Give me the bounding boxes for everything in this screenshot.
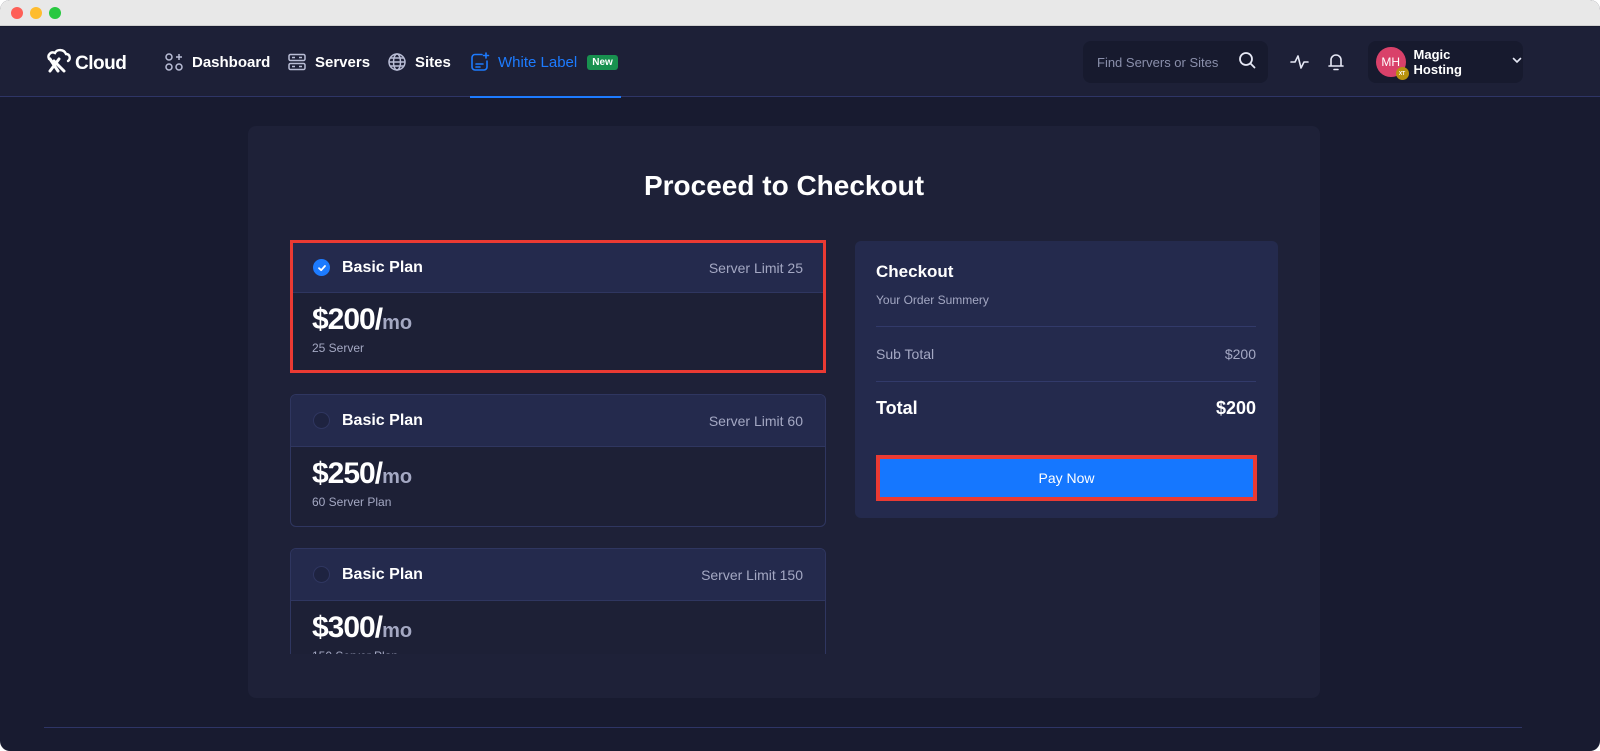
plan-header: Basic Plan Server Limit 150 [291,549,825,601]
globe-icon [387,52,407,72]
maximize-window-button[interactable] [49,6,61,19]
avatar-initials: MH [1381,55,1401,69]
minimize-window-button[interactable] [30,6,42,19]
plan-price: $200/mo [312,303,413,336]
white-label-icon [470,52,490,72]
total-value: $200 [1215,397,1256,418]
total-row: Total $200 [876,382,1256,434]
subtotal-label: Sub Total [876,346,935,362]
pay-now-button[interactable]: Pay Now [876,455,1257,501]
search-box[interactable] [1083,41,1268,83]
plan-radio[interactable] [313,412,330,429]
plan-header: Basic Plan Server Limit 25 [293,243,823,293]
nav-servers-label: Servers [315,53,371,71]
plan-name: Basic Plan [342,411,423,429]
bell-icon[interactable] [1325,51,1347,73]
subtotal-row: Sub Total $200 [876,327,1256,381]
total-label: Total [876,397,918,418]
nav-white-label[interactable]: White Label New [470,27,621,98]
plan-list: Basic Plan Server Limit 25 $200/mo 25 Se… [290,240,828,654]
close-window-button[interactable] [11,6,23,19]
nav-dashboard-label: Dashboard [192,53,271,71]
page-title: Proceed to Checkout [643,170,925,201]
chevron-down-icon [1511,53,1523,71]
footer-divider [44,727,1522,728]
plan-limit: Server Limit 25 [708,259,803,276]
plan-name: Basic Plan [342,258,423,276]
nav-dashboard[interactable]: Dashboard [164,27,270,97]
subtotal-value: $200 [1224,346,1256,362]
plan-limit: Server Limit 150 [701,566,803,583]
nav-servers[interactable]: Servers [287,27,370,97]
browser-window: Cloud Dashboard Servers Sites White Labe… [0,0,1600,751]
user-name: Magic Hosting [1413,47,1462,77]
top-navbar: Cloud Dashboard Servers Sites White Labe… [0,27,1600,98]
nav-sites[interactable]: Sites [387,27,451,97]
plan-radio[interactable] [313,566,330,583]
checkout-subtitle: Your Order Summery [876,293,989,307]
avatar-sub-badge: XT [1395,67,1409,80]
server-icon [287,52,307,72]
checkout-panel: Proceed to Checkout Basic Plan Server Li… [248,126,1320,698]
activity-icon[interactable] [1289,51,1311,73]
plan-description: 25 Server [312,341,365,355]
plan-card-60[interactable]: Basic Plan Server Limit 60 $250/mo 60 Se… [290,394,826,527]
nav-sites-label: Sites [415,53,451,71]
search-input[interactable] [1097,54,1227,70]
search-icon[interactable] [1238,51,1256,74]
plan-header: Basic Plan Server Limit 60 [291,395,825,447]
user-menu[interactable]: MH XT Magic Hosting [1368,41,1523,83]
plan-limit: Server Limit 60 [708,412,803,429]
plan-price: $250/mo [312,457,413,490]
avatar: MH XT [1376,47,1409,80]
nav-white-label-label: White Label [498,53,578,71]
checkout-title: Checkout [876,262,954,281]
logo-text: Cloud [75,52,127,74]
xcloud-logo-icon [44,47,72,80]
plan-card-25[interactable]: Basic Plan Server Limit 25 $200/mo 25 Se… [290,240,826,373]
check-icon [317,264,326,271]
plan-card-150[interactable]: Basic Plan Server Limit 150 $300/mo 150 … [290,548,826,654]
new-badge: New [587,54,618,70]
order-summary-card: Checkout Your Order Summery Sub Total $2… [855,241,1278,518]
dashboard-grid-icon [164,52,184,72]
plan-price: $300/mo [312,611,413,644]
plan-radio-checked[interactable] [313,259,330,276]
plan-name: Basic Plan [342,565,423,583]
plan-description: 150 Server Plan [312,649,804,654]
logo[interactable]: Cloud [44,47,127,80]
plan-description: 60 Server Plan [312,495,392,509]
window-titlebar [0,0,1600,26]
